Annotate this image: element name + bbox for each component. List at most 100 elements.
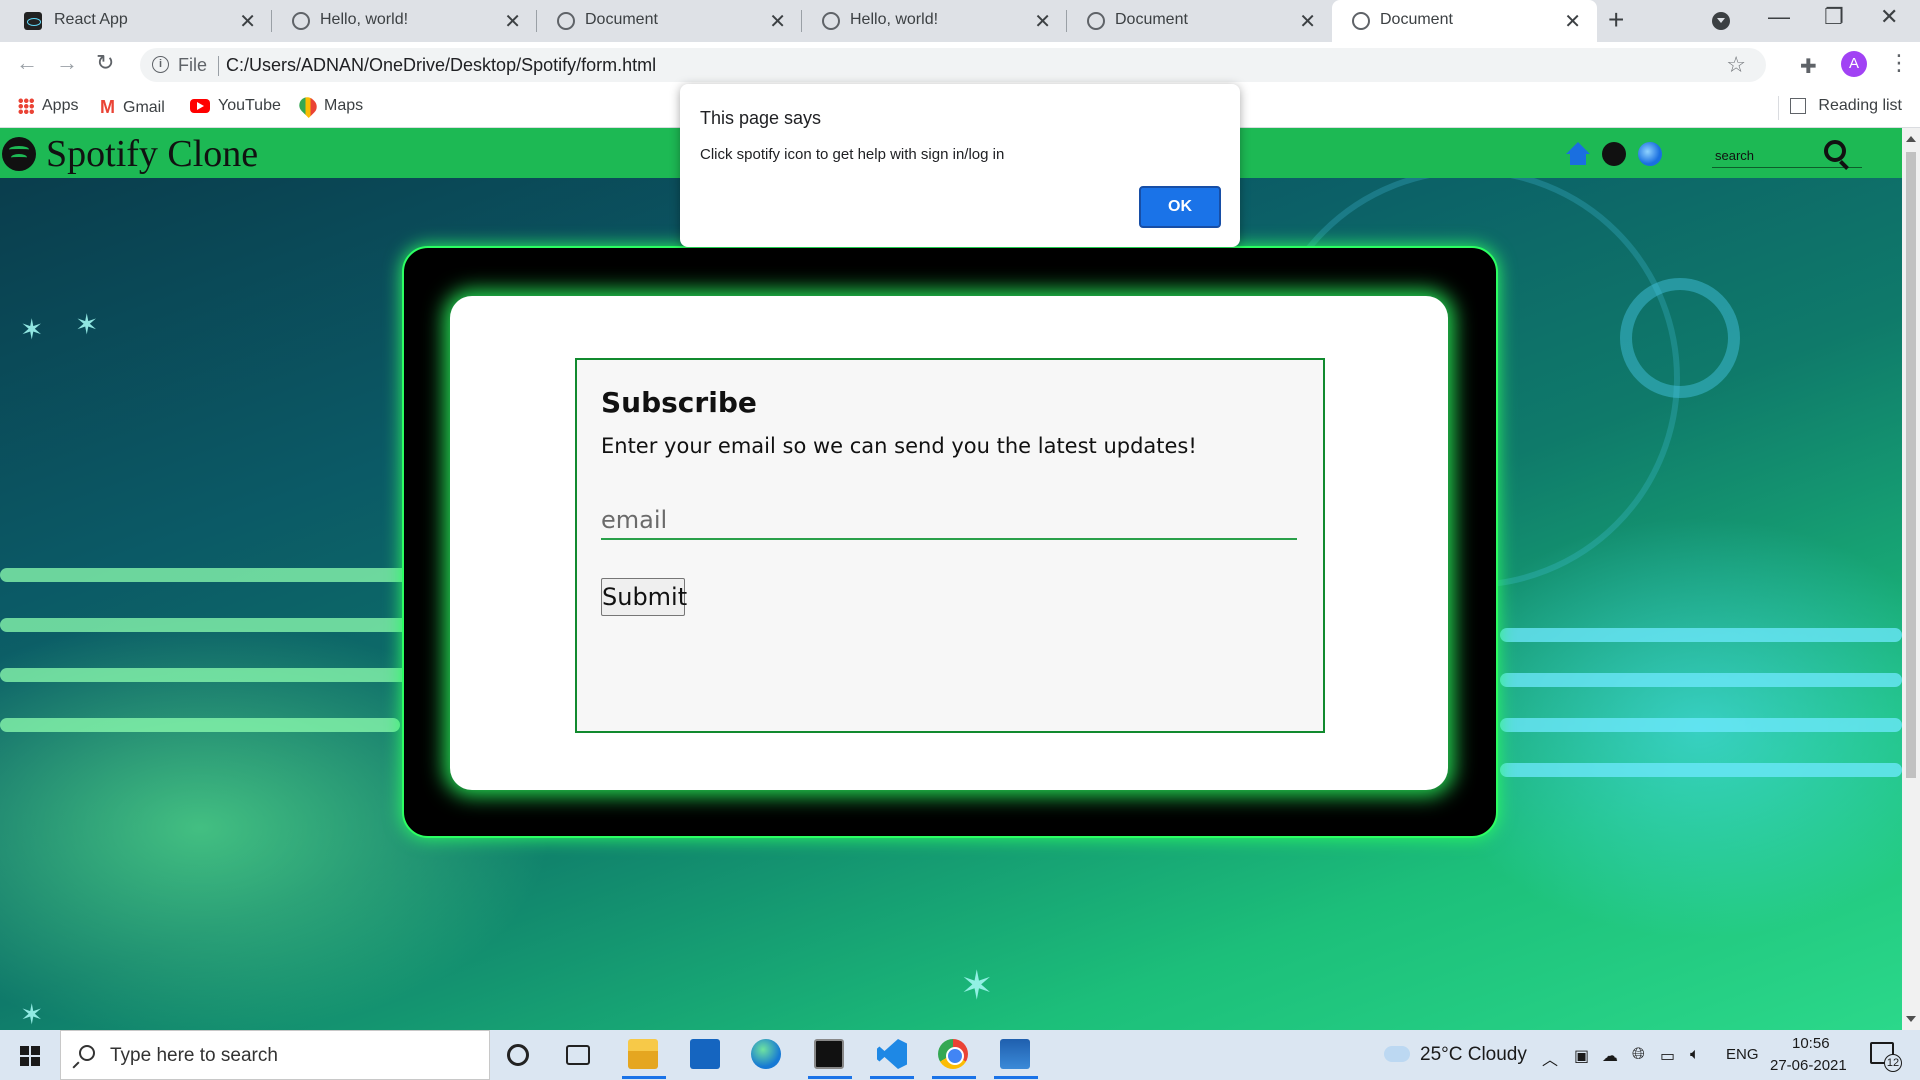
staff-line <box>1500 718 1902 732</box>
language-indicator[interactable]: ENG <box>1726 1046 1759 1063</box>
taskbar-search-box[interactable]: Type here to search <box>60 1030 490 1080</box>
windows-start-icon[interactable] <box>20 1046 40 1066</box>
scroll-thumb[interactable] <box>1906 152 1916 778</box>
tab-title: React App <box>54 11 128 28</box>
reading-list-icon <box>1790 98 1807 114</box>
youtube-icon <box>190 99 210 113</box>
bookmark-label: Apps <box>42 97 79 114</box>
close-icon[interactable]: ✕ <box>1034 9 1051 34</box>
submit-button[interactable]: Submit <box>601 578 687 616</box>
photos-icon[interactable] <box>1000 1039 1030 1069</box>
vscode-icon[interactable] <box>877 1039 907 1069</box>
reload-button[interactable]: ↻ <box>96 50 114 76</box>
minimize-button[interactable]: — <box>1768 4 1790 30</box>
tab-document-1[interactable]: Document ✕ <box>537 0 802 42</box>
profile-avatar[interactable]: A <box>1841 51 1867 77</box>
meet-now-icon[interactable]: ▣ <box>1574 1046 1589 1066</box>
staff-line <box>1500 628 1902 642</box>
forward-button[interactable]: → <box>56 50 78 76</box>
home-icon[interactable] <box>1566 142 1590 166</box>
page-scrollbar[interactable] <box>1902 128 1920 1030</box>
spotify-logo-icon[interactable] <box>2 137 36 171</box>
gmail-icon: M <box>100 97 115 117</box>
battery-icon[interactable]: ▭ <box>1660 1046 1675 1066</box>
chevron-up-icon[interactable]: ︿ <box>1542 1046 1558 1070</box>
close-icon[interactable]: ✕ <box>239 9 256 34</box>
bookmark-star-icon[interactable]: ☆ <box>1726 52 1746 78</box>
mail-icon[interactable] <box>690 1039 720 1069</box>
menu-icon[interactable]: ⋮ <box>1888 50 1910 76</box>
staff-line <box>0 718 400 732</box>
running-indicator <box>932 1076 976 1079</box>
brand-title[interactable]: Spotify Clone <box>46 132 258 176</box>
tab-document-2[interactable]: Document ✕ <box>1067 0 1332 42</box>
bookmark-label: Gmail <box>123 98 165 116</box>
tab-hello-world-1[interactable]: Hello, world! ✕ <box>272 0 537 42</box>
running-indicator <box>994 1076 1038 1079</box>
react-icon <box>24 12 42 30</box>
task-view-icon[interactable] <box>566 1045 590 1065</box>
form-description: Enter your email so we can send you the … <box>601 434 1197 458</box>
close-icon[interactable]: ✕ <box>504 9 521 34</box>
file-explorer-icon[interactable] <box>628 1039 658 1069</box>
info-icon[interactable]: i <box>152 56 169 73</box>
staff-line <box>1500 673 1902 687</box>
cloud-icon[interactable] <box>1384 1046 1410 1062</box>
bookmark-youtube[interactable]: YouTube <box>190 97 281 115</box>
reading-list-button[interactable]: Reading list <box>1790 97 1902 115</box>
close-icon[interactable]: ✕ <box>769 9 786 34</box>
tab-hello-world-2[interactable]: Hello, world! ✕ <box>802 0 1067 42</box>
chrome-icon[interactable] <box>938 1039 968 1069</box>
tab-title: Document <box>585 11 658 28</box>
edge-browser-icon[interactable] <box>751 1039 781 1069</box>
scroll-down-arrow-icon[interactable] <box>1906 1016 1916 1022</box>
globe-icon <box>822 12 840 30</box>
command-prompt-icon[interactable] <box>814 1039 844 1069</box>
volume-icon[interactable]: 🔈︎ <box>1690 1046 1700 1064</box>
bookmark-label: Maps <box>324 97 364 114</box>
alert-dialog: This page says Click spotify icon to get… <box>680 84 1240 247</box>
taskbar-search-placeholder: Type here to search <box>110 1045 278 1066</box>
clock-date[interactable]: 27-06-2021 <box>1770 1057 1847 1074</box>
divider <box>1778 96 1779 120</box>
close-icon[interactable]: ✕ <box>1564 9 1581 34</box>
tab-react-app[interactable]: React App ✕ <box>0 0 272 42</box>
cortana-icon[interactable] <box>507 1044 529 1066</box>
alert-title: This page says <box>700 108 822 128</box>
bookmark-apps[interactable]: Apps <box>18 97 78 115</box>
clock-time[interactable]: 10:56 <box>1792 1035 1830 1052</box>
spotify-icon[interactable] <box>1602 142 1626 166</box>
url-text[interactable]: C:/Users/ADNAN/OneDrive/Desktop/Spotify/… <box>226 55 656 76</box>
network-icon[interactable]: 🌐︎ <box>1632 1046 1645 1064</box>
search-icon[interactable] <box>1824 140 1846 162</box>
divider <box>218 56 219 76</box>
close-window-button[interactable]: ✕ <box>1880 4 1898 30</box>
star-decoration: ✶ <box>20 314 44 345</box>
apps-grid-icon <box>18 98 34 114</box>
windows-taskbar: Type here to search 25°C Cloudy ︿ ▣ ☁ 🌐︎… <box>0 1030 1920 1080</box>
form-title: Subscribe <box>601 386 757 419</box>
new-tab-button[interactable]: + <box>1608 4 1624 36</box>
weather-text[interactable]: 25°C Cloudy <box>1420 1044 1527 1066</box>
back-button[interactable]: ← <box>16 50 38 76</box>
bookmark-maps[interactable]: Maps <box>295 93 364 119</box>
globe-icon <box>557 12 575 30</box>
url-scheme: File <box>178 55 208 75</box>
email-field[interactable] <box>601 502 1297 540</box>
restore-button[interactable]: ❐ <box>1824 4 1844 30</box>
staff-line <box>1500 763 1902 777</box>
notification-count-badge: 12 <box>1884 1054 1902 1072</box>
running-indicator <box>808 1076 852 1079</box>
ok-button[interactable]: OK <box>1139 186 1221 228</box>
maps-icon <box>295 93 321 119</box>
onedrive-icon[interactable]: ☁ <box>1602 1046 1618 1066</box>
scroll-up-arrow-icon[interactable] <box>1906 136 1916 142</box>
address-bar[interactable]: i File C:/Users/ADNAN/OneDrive/Desktop/S… <box>140 48 1766 82</box>
internet-explorer-icon[interactable] <box>1638 142 1662 166</box>
tab-document-active[interactable]: Document ✕ <box>1332 0 1597 42</box>
extensions-icon[interactable]: ✚ <box>1800 54 1817 79</box>
bookmark-gmail[interactable]: M Gmail <box>100 97 165 118</box>
close-icon[interactable]: ✕ <box>1299 9 1316 34</box>
tab-search-icon[interactable] <box>1712 12 1730 30</box>
running-indicator <box>870 1076 914 1079</box>
